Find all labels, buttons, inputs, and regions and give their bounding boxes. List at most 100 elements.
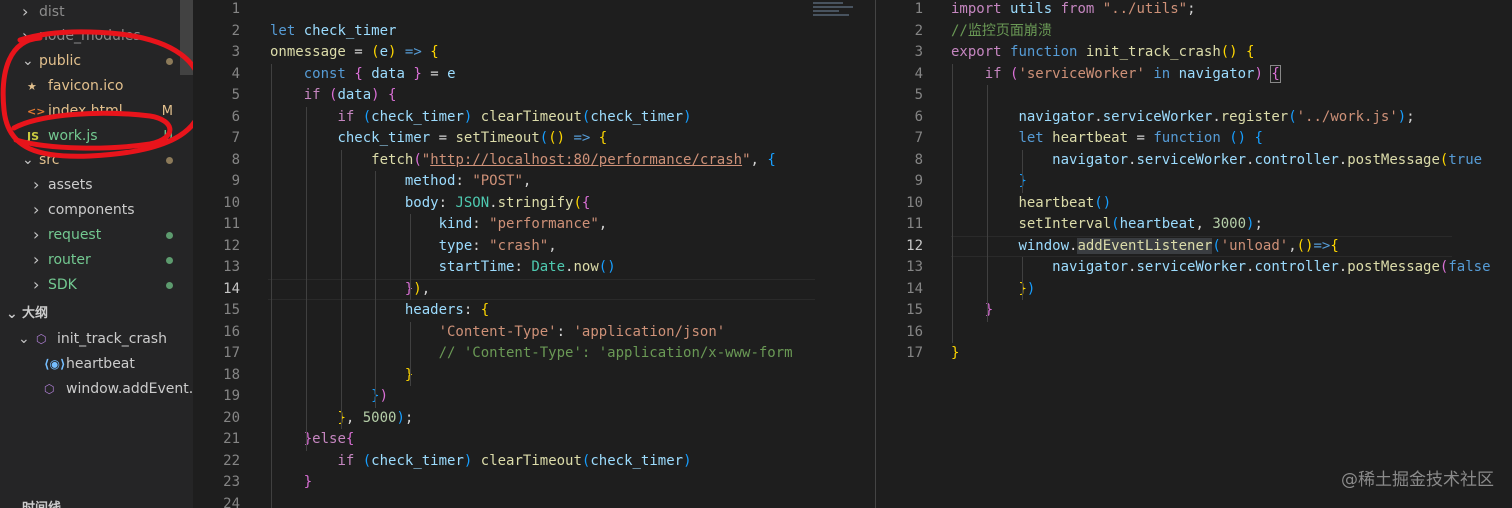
line-number: 11	[906, 216, 923, 232]
code-line[interactable]: 13 navigator.serviceWorker.controller.po…	[876, 257, 1512, 279]
indent-guide	[410, 214, 411, 300]
code-line[interactable]: 10 body: JSON.stringify({	[193, 193, 875, 215]
code-line[interactable]: 10 heartbeat()	[876, 193, 1512, 215]
outline-item[interactable]: ⟨◉⟩ heartbeat	[0, 352, 193, 377]
line-number: 20	[223, 409, 240, 426]
code-line[interactable]: 12 window.addEventListener('unload',()=>…	[876, 235, 1512, 257]
code-line[interactable]: 4 const { data } = e	[193, 64, 875, 86]
indent-guide	[306, 106, 307, 451]
method-icon: ⬡	[44, 382, 55, 396]
indent-guide	[987, 85, 988, 322]
code-line[interactable]: 9 }	[876, 171, 1512, 193]
minimap[interactable]	[813, 0, 859, 30]
line-number: 10	[223, 194, 240, 211]
code-line[interactable]: 1	[193, 0, 875, 21]
code-line[interactable]: 18 }	[193, 365, 875, 387]
line-number: 6	[914, 108, 923, 125]
tree-item-label: index.html	[48, 103, 123, 119]
tree-item-label: request	[48, 227, 102, 243]
indent-guide	[410, 321, 411, 386]
code-line[interactable]: 16 'Content-Type': 'application/json'	[193, 322, 875, 344]
tree-item[interactable]: request	[0, 223, 193, 248]
line-number: 11	[223, 216, 240, 232]
outline-item[interactable]: ⬡ init_track_crash	[0, 327, 193, 352]
code-line[interactable]: 2 let check_timer	[193, 21, 875, 43]
git-status-badge: M	[161, 104, 173, 119]
code-line[interactable]: 3 export function init_track_crash() {	[876, 42, 1512, 64]
line-number: 3	[914, 44, 923, 60]
code-line[interactable]: 2 //监控页面崩溃	[876, 21, 1512, 43]
outline-section-header[interactable]: 大纲	[0, 303, 193, 325]
sidebar-scrollbar[interactable]	[180, 0, 193, 75]
git-status-badge: U	[163, 129, 173, 144]
code-line[interactable]: 22 if (check_timer) clearTimeout(check_t…	[193, 451, 875, 473]
code-line[interactable]: 15 }	[876, 300, 1512, 322]
code-text: }	[951, 171, 1026, 193]
tree-item[interactable]: components	[0, 198, 193, 223]
indent-guide	[1022, 149, 1023, 193]
git-status-dot	[166, 58, 173, 65]
code-text: export function init_track_crash() {	[951, 44, 1255, 60]
timeline-section-header[interactable]: 时间线	[0, 498, 193, 508]
code-line[interactable]: 15 headers: {	[193, 300, 875, 322]
tree-item[interactable]: ★ favicon.ico	[0, 74, 193, 99]
code-line[interactable]: 5	[876, 85, 1512, 107]
code-line[interactable]: 8 fetch("http://localhost:80/performance…	[193, 150, 875, 172]
code-line[interactable]: 12 type: "crash",	[193, 236, 875, 258]
code-line[interactable]: 5 if (data) {	[193, 85, 875, 107]
code-line[interactable]: 6 navigator.serviceWorker.register('../w…	[876, 107, 1512, 129]
line-number: 24	[223, 495, 240, 508]
tree-item[interactable]: router	[0, 248, 193, 273]
tree-item[interactable]: SDK	[0, 273, 193, 298]
code-line[interactable]: 3 onmessage = (e) => {	[193, 42, 875, 64]
tree-item[interactable]: public	[0, 49, 193, 74]
tree-item[interactable]: JS work.js U	[0, 124, 193, 149]
code-line[interactable]: 8 navigator.serviceWorker.controller.pos…	[876, 150, 1512, 172]
tree-item[interactable]: assets	[0, 173, 193, 198]
code-line[interactable]: 14 }),	[193, 278, 875, 300]
code-line[interactable]: 6 if (check_timer) clearTimeout(check_ti…	[193, 107, 875, 129]
editor-pane-left[interactable]: 1 2 let check_timer 3 onmessage = (e) => { 4 …	[193, 0, 875, 508]
outline-item[interactable]: ⬡ window.addEvent...	[0, 377, 193, 402]
code-line[interactable]: 23 }	[193, 472, 875, 494]
tree-item[interactable]: dist	[0, 0, 193, 25]
code-line[interactable]: 7 let heartbeat = function () {	[876, 128, 1512, 150]
code-line[interactable]: 16	[876, 322, 1512, 344]
code-line[interactable]: 13 startTime: Date.now()	[193, 257, 875, 279]
code-line[interactable]: 19 })	[193, 386, 875, 408]
line-number: 2	[231, 22, 240, 39]
code-text: const { data } = e	[303, 65, 456, 82]
editor-pane-right[interactable]: 1 import utils from "../utils"; 2 //监控页面崩溃 3…	[876, 0, 1512, 508]
line-number: 4	[231, 65, 240, 82]
indent-guide	[1022, 257, 1023, 300]
code-line[interactable]: 21 }else{	[193, 429, 875, 451]
tree-item-label: work.js	[48, 128, 98, 144]
code-line[interactable]: 17 // 'Content-Type': 'application/x-www…	[193, 343, 875, 365]
line-number: 21	[223, 431, 240, 447]
code-text: if (data) {	[303, 87, 397, 103]
code-line[interactable]: 4 if ('serviceWorker' in navigator) {	[876, 64, 1512, 86]
code-line[interactable]: 9 method: "POST",	[193, 171, 875, 193]
chevron-right-icon	[22, 7, 32, 17]
indent-guide	[341, 149, 342, 429]
tree-item[interactable]: src	[0, 148, 193, 173]
tree-item[interactable]: node_modules	[0, 24, 193, 49]
code-line[interactable]: 11 setInterval(heartbeat, 3000);	[876, 214, 1512, 236]
code-text: onmessage = (e) => {	[270, 44, 439, 60]
code-line[interactable]: 17}	[876, 343, 1512, 365]
code-line[interactable]: 14 })	[876, 279, 1512, 301]
code-line[interactable]: 24	[193, 494, 875, 508]
code-line[interactable]: 1 import utils from "../utils";	[876, 0, 1512, 21]
code-line[interactable]: 11 kind: "performance",	[193, 214, 875, 236]
code-line[interactable]: 7 check_timer = setTimeout(() => {	[193, 128, 875, 150]
line-number: 3	[231, 44, 240, 60]
chevron-right-icon	[22, 31, 32, 41]
tree-item[interactable]: <> index.html M	[0, 99, 193, 124]
line-number: 15	[906, 302, 923, 318]
code-text: }	[303, 474, 313, 490]
line-number: 1	[914, 1, 923, 17]
code-line[interactable]: 20 }, 5000);	[193, 408, 875, 430]
tree-item-label: src	[39, 152, 60, 168]
code-text: startTime: Date.now()	[438, 259, 616, 275]
chevron-right-icon	[33, 280, 43, 290]
